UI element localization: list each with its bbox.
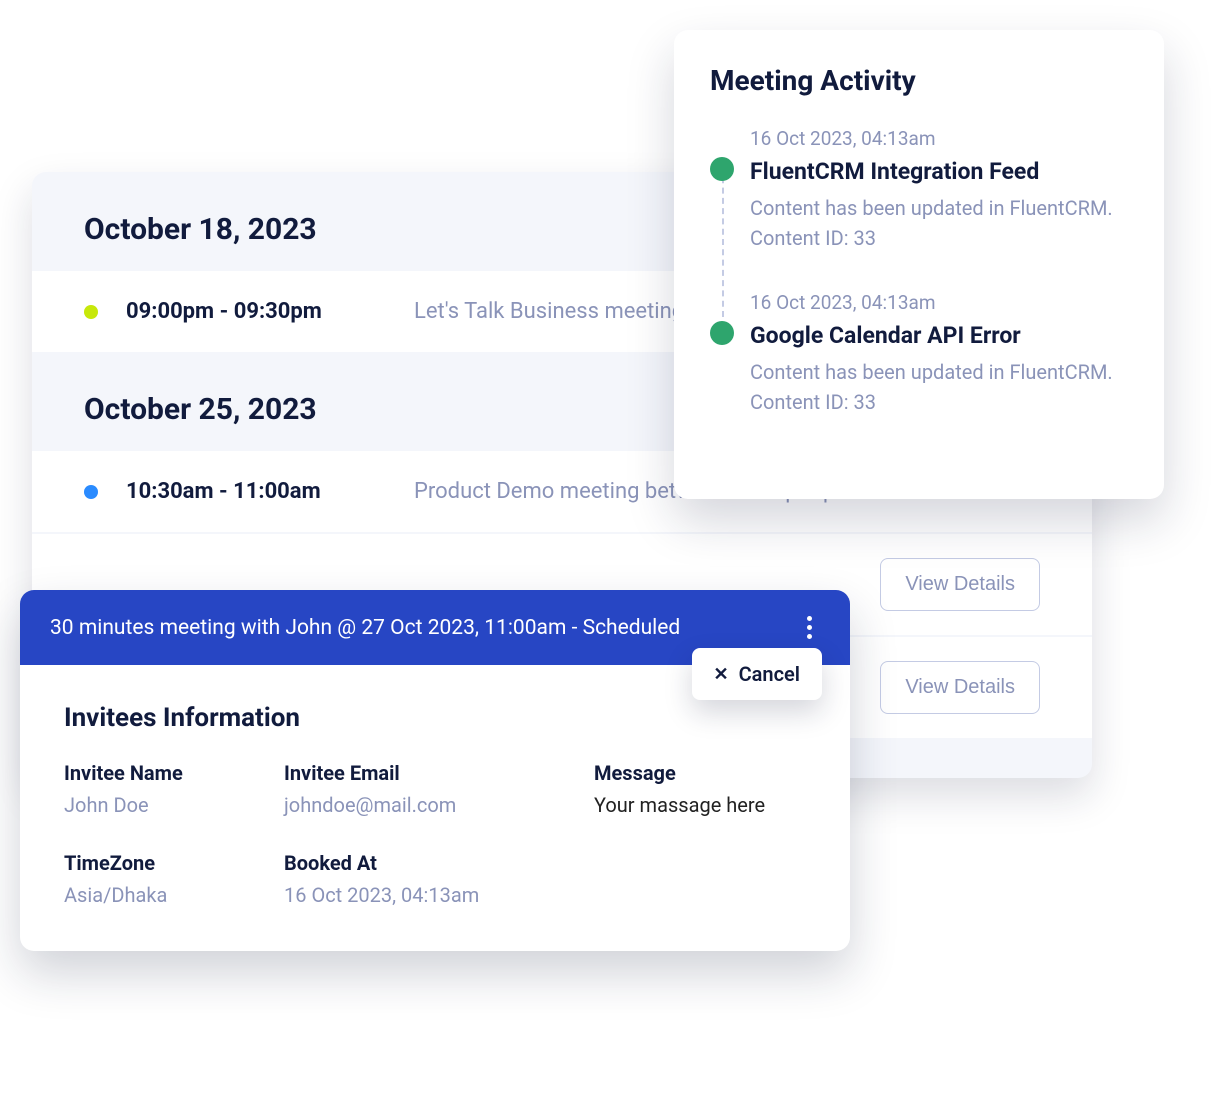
field-value: 16 Oct 2023, 04:13am xyxy=(284,883,574,907)
field-label: Invitee Email xyxy=(284,761,574,785)
invitees-section-title: Invitees Information xyxy=(64,703,806,733)
field-value: johndoe@mail.com xyxy=(284,793,574,817)
field-message: Message Your massage here xyxy=(594,761,844,817)
timeline-line xyxy=(722,167,724,317)
meeting-details-card: 30 minutes meeting with John @ 27 Oct 20… xyxy=(20,590,850,951)
field-booked-at: Booked At 16 Oct 2023, 04:13am xyxy=(284,851,574,907)
activity-item-title: Google Calendar API Error xyxy=(750,322,1132,349)
meeting-details-title: 30 minutes meeting with John @ 27 Oct 20… xyxy=(50,616,799,640)
event-time: 10:30am - 11:00am xyxy=(126,479,386,504)
kebab-menu-icon[interactable] xyxy=(799,612,820,643)
field-invitee-email: Invitee Email johndoe@mail.com xyxy=(284,761,574,817)
status-dot-icon xyxy=(84,305,98,319)
view-details-button[interactable]: View Details xyxy=(880,558,1040,611)
activity-list: 16 Oct 2023, 04:13am FluentCRM Integrati… xyxy=(710,127,1132,417)
activity-item-title: FluentCRM Integration Feed xyxy=(750,158,1132,185)
invitees-info-grid: Invitee Name John Doe Invitee Email john… xyxy=(64,761,806,907)
close-icon: ✕ xyxy=(714,664,729,685)
meeting-details-body: Invitees Information Invitee Name John D… xyxy=(20,665,850,951)
field-value: John Doe xyxy=(64,793,264,817)
activity-timestamp: 16 Oct 2023, 04:13am xyxy=(750,127,1132,150)
field-value: Asia/Dhaka xyxy=(64,883,264,907)
field-value: Your massage here xyxy=(594,793,844,817)
activity-item-desc: Content has been updated in FluentCRM. C… xyxy=(750,193,1132,253)
activity-item[interactable]: 16 Oct 2023, 04:13am Google Calendar API… xyxy=(750,291,1132,417)
timeline-dot-icon xyxy=(710,157,734,181)
status-dot-icon xyxy=(84,485,98,499)
field-label: Invitee Name xyxy=(64,761,264,785)
field-label: TimeZone xyxy=(64,851,264,875)
activity-timestamp: 16 Oct 2023, 04:13am xyxy=(750,291,1132,314)
activity-item-desc: Content has been updated in FluentCRM. C… xyxy=(750,357,1132,417)
cancel-menu-item[interactable]: ✕ Cancel xyxy=(692,648,822,700)
field-label: Message xyxy=(594,761,844,785)
field-timezone: TimeZone Asia/Dhaka xyxy=(64,851,264,907)
event-time: 09:00pm - 09:30pm xyxy=(126,299,386,324)
activity-item[interactable]: 16 Oct 2023, 04:13am FluentCRM Integrati… xyxy=(750,127,1132,253)
cancel-label: Cancel xyxy=(739,662,800,686)
activity-card: Meeting Activity 16 Oct 2023, 04:13am Fl… xyxy=(674,30,1164,499)
field-label: Booked At xyxy=(284,851,574,875)
timeline-dot-icon xyxy=(710,321,734,345)
meeting-details-header: 30 minutes meeting with John @ 27 Oct 20… xyxy=(20,590,850,665)
view-details-button[interactable]: View Details xyxy=(880,661,1040,714)
field-invitee-name: Invitee Name John Doe xyxy=(64,761,264,817)
activity-title: Meeting Activity xyxy=(710,64,1132,97)
